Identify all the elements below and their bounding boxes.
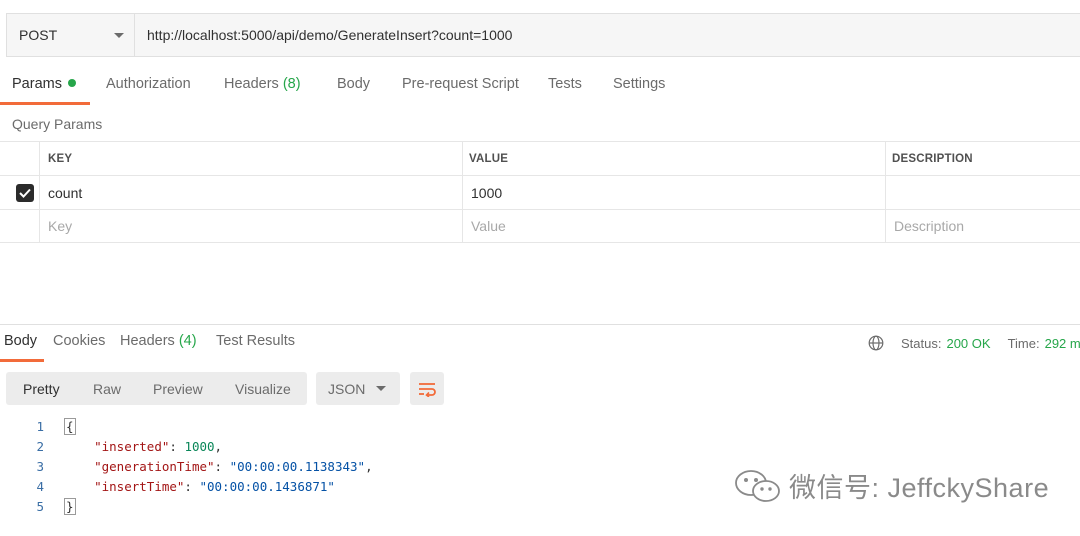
query-params-title: Query Params (12, 116, 103, 132)
chevron-down-icon (114, 32, 124, 38)
table-row: count 1000 (0, 175, 1080, 209)
tab-authorization[interactable]: Authorization (106, 76, 191, 92)
column-divider (885, 176, 886, 209)
line-number: 4 (36, 478, 44, 494)
param-value-input[interactable]: 1000 (471, 176, 502, 209)
param-checkbox[interactable] (16, 176, 34, 209)
column-divider (462, 142, 463, 175)
json-value: "00:00:00.1138343" (229, 458, 366, 474)
globe-icon[interactable] (868, 335, 884, 351)
line-number: 3 (36, 458, 44, 474)
code-content: "inserted": 1000, (94, 438, 223, 454)
column-divider (462, 176, 463, 209)
column-divider (39, 142, 40, 175)
visualize-button[interactable]: Visualize (235, 372, 291, 405)
pretty-button[interactable]: Pretty (23, 372, 60, 405)
chevron-down-icon (376, 386, 386, 391)
tab-response-headers[interactable]: Headers (4) (120, 333, 197, 349)
tab-tests[interactable]: Tests (548, 76, 582, 92)
tab-body[interactable]: Body (337, 76, 370, 92)
tab-headers-label: Headers (224, 76, 279, 92)
watermark-text: 微信号: JeffckyShare (789, 473, 1050, 503)
code-line: 1 { (0, 416, 800, 436)
format-select[interactable]: JSON (316, 372, 400, 405)
table-header-row: KEY VALUE DESCRIPTION (0, 141, 1080, 175)
time-label: Time: (1007, 335, 1040, 351)
code-line: 4 "insertTime": "00:00:00.1436871" (0, 476, 800, 496)
json-key: "insertTime" (94, 478, 185, 494)
code-line: 3 "generationTime": "00:00:00.1138343", (0, 456, 800, 476)
code-content: "insertTime": "00:00:00.1436871" (94, 478, 335, 494)
column-divider (462, 210, 463, 242)
method-select[interactable]: POST (7, 14, 135, 56)
request-tabs: Params Authorization Headers (8) Body Pr… (0, 76, 1080, 106)
line-number: 1 (36, 418, 44, 434)
line-number: 2 (36, 438, 44, 454)
json-value: 1000 (184, 438, 215, 454)
table-row-empty: Key Value Description (0, 209, 1080, 243)
raw-button[interactable]: Raw (93, 372, 121, 405)
active-tab-indicator (0, 102, 90, 105)
method-label: POST (19, 27, 58, 43)
response-headers-count: (4) (178, 333, 197, 349)
json-key: "generationTime" (94, 458, 215, 474)
format-label: JSON (328, 380, 366, 397)
tab-settings[interactable]: Settings (613, 76, 665, 92)
column-divider (39, 176, 40, 209)
tab-params[interactable]: Params (12, 76, 76, 92)
line-number: 5 (36, 498, 44, 514)
checkbox-checked-icon (16, 183, 34, 202)
active-dot-icon (67, 79, 76, 88)
column-header-value: VALUE (469, 152, 509, 165)
code-content: "generationTime": "00:00:00.1138343", (94, 458, 373, 474)
wrap-lines-button[interactable] (410, 372, 444, 405)
headers-count: (8) (282, 76, 301, 92)
tab-test-results[interactable]: Test Results (216, 333, 295, 349)
status-value: 200 OK (946, 335, 991, 351)
active-tab-indicator (0, 359, 44, 362)
code-line: 5 } (0, 496, 800, 516)
response-divider (0, 324, 1080, 325)
new-description-input[interactable]: Description (894, 210, 964, 242)
column-divider (885, 210, 886, 242)
view-mode-group: Pretty Raw Preview Visualize (6, 372, 307, 405)
status-label: Status: (901, 335, 942, 351)
new-key-input[interactable]: Key (48, 210, 72, 242)
code-content: { (64, 417, 76, 435)
open-brace: { (64, 417, 76, 435)
response-status: Status: 200 OK Time: 292 ms (868, 335, 1080, 351)
json-value: "00:00:00.1436871" (199, 478, 335, 494)
tab-cookies[interactable]: Cookies (53, 333, 105, 349)
json-key: "inserted" (94, 438, 170, 454)
watermark: 微信号: JeffckyShare (733, 466, 1049, 505)
column-divider (885, 142, 886, 175)
tab-response-body[interactable]: Body (4, 333, 37, 349)
url-input[interactable]: http://localhost:5000/api/demo/GenerateI… (135, 27, 512, 43)
close-brace: } (64, 497, 76, 515)
tab-response-headers-label: Headers (120, 333, 175, 349)
tab-headers[interactable]: Headers (8) (224, 76, 301, 92)
wrap-lines-icon (419, 382, 436, 397)
param-key-input[interactable]: count (48, 176, 82, 209)
new-value-input[interactable]: Value (471, 210, 506, 242)
request-bar: POST http://localhost:5000/api/demo/Gene… (6, 13, 1080, 57)
column-header-description: DESCRIPTION (892, 152, 973, 165)
time-value: 292 ms (1044, 335, 1080, 351)
tab-pre-request-script[interactable]: Pre-request Script (402, 76, 519, 92)
column-divider (39, 210, 40, 242)
preview-button[interactable]: Preview (153, 372, 203, 405)
wechat-icon (735, 469, 780, 502)
tab-params-label: Params (12, 76, 62, 92)
column-header-key: KEY (48, 152, 73, 165)
code-content: } (64, 497, 76, 515)
code-line: 2 "inserted": 1000, (0, 436, 800, 456)
